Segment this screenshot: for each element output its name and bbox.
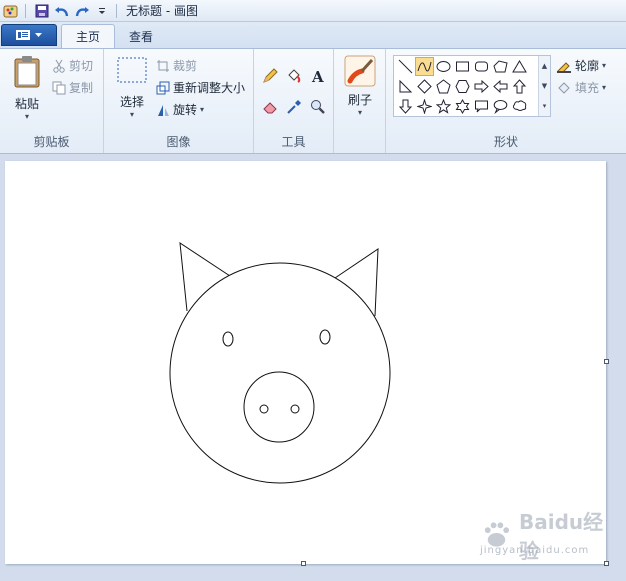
- quick-access-separator: [25, 3, 26, 18]
- six-point-star-shape-icon[interactable]: [453, 97, 472, 116]
- oval-callout-shape-icon[interactable]: [491, 97, 510, 116]
- watermark-subtext: jingyan.baidu.com: [480, 545, 590, 556]
- shape-gallery: ▲ ▼ ▾: [393, 55, 551, 117]
- pentagon-shape-icon[interactable]: [434, 77, 453, 96]
- right-arrow-shape-icon[interactable]: [472, 77, 491, 96]
- outline-button[interactable]: 轮廓 ▾: [556, 57, 606, 74]
- brushes-group: 刷子 ▾: [334, 49, 386, 153]
- select-label: 选择: [119, 95, 144, 109]
- title-separator: [116, 3, 117, 18]
- rotate-icon: [158, 104, 169, 116]
- triangle-shape-icon[interactable]: [510, 57, 529, 76]
- eraser-icon[interactable]: [260, 97, 280, 117]
- pig-face-drawing: [169, 242, 391, 484]
- image-group: 选择 ▾ 裁剪 重新调整大小 旋转 ▾ 图像: [104, 49, 254, 153]
- outline-label: 轮廓: [575, 59, 600, 73]
- right-triangle-shape-icon[interactable]: [396, 77, 415, 96]
- rotate-button[interactable]: 旋转 ▾: [156, 101, 204, 118]
- cut-label: 剪切: [69, 59, 94, 73]
- save-icon[interactable]: [33, 2, 51, 20]
- gallery-expand-icon[interactable]: ▾: [543, 102, 547, 110]
- scissors-icon: [53, 59, 65, 73]
- fill-button[interactable]: 填充 ▾: [556, 79, 606, 96]
- brushes-dropdown-icon[interactable]: ▾: [358, 108, 362, 117]
- fill-bucket-small-icon: [558, 81, 570, 94]
- curve-shape-icon[interactable]: [415, 57, 434, 76]
- fill-dropdown-icon[interactable]: ▾: [602, 83, 606, 92]
- paste-dropdown-icon[interactable]: ▾: [25, 112, 29, 121]
- selection-rectangle-icon: [117, 57, 147, 83]
- copy-label: 复制: [69, 81, 94, 95]
- crop-label: 裁剪: [173, 59, 198, 73]
- resize-button[interactable]: 重新调整大小: [156, 79, 245, 96]
- text-tool-icon[interactable]: A: [308, 66, 328, 86]
- rotate-dropdown-icon[interactable]: ▾: [200, 105, 204, 114]
- fill-bucket-icon[interactable]: [284, 66, 304, 86]
- resize-label: 重新调整大小: [173, 81, 246, 95]
- select-dropdown-icon[interactable]: ▾: [130, 110, 134, 119]
- cloud-callout-shape-icon[interactable]: [510, 97, 529, 116]
- head-circle: [169, 262, 391, 484]
- drawing-canvas[interactable]: [5, 161, 606, 564]
- copy-icon: [52, 81, 66, 94]
- up-arrow-shape-icon[interactable]: [510, 77, 529, 96]
- clipboard-icon: [14, 56, 40, 88]
- diamond-shape-icon[interactable]: [415, 77, 434, 96]
- five-point-star-shape-icon[interactable]: [434, 97, 453, 116]
- app-menu-icon: [16, 30, 30, 40]
- rotate-label: 旋转: [173, 103, 198, 117]
- paste-label: 粘贴: [14, 97, 39, 111]
- brushes-button[interactable]: 刷子 ▾: [341, 55, 379, 117]
- rounded-rectangle-shape-icon[interactable]: [472, 57, 491, 76]
- ribbon-panel: 粘贴 ▾ 剪切 复制 剪贴板 选择 ▾ 裁剪 重新调整大小 旋转 ▾ 图像 A …: [0, 48, 626, 154]
- brushes-label: 刷子: [347, 93, 372, 107]
- paint-app-icon[interactable]: [2, 2, 20, 20]
- svg-text:A: A: [311, 68, 324, 84]
- resize-icon: [156, 81, 170, 94]
- image-group-label: 图像: [166, 135, 191, 149]
- scroll-up-icon[interactable]: ▲: [542, 62, 547, 70]
- select-button[interactable]: 选择 ▾: [112, 55, 152, 119]
- hexagon-shape-icon[interactable]: [453, 77, 472, 96]
- undo-icon[interactable]: [53, 2, 71, 20]
- resize-handle-right[interactable]: [604, 359, 609, 364]
- title-bar: 无标题 - 画图: [0, 0, 626, 22]
- line-shape-icon[interactable]: [396, 57, 415, 76]
- rectangle-shape-icon[interactable]: [453, 57, 472, 76]
- window-title: 无标题 - 画图: [126, 4, 198, 18]
- fill-label: 填充: [575, 81, 600, 95]
- polygon-shape-icon[interactable]: [491, 57, 510, 76]
- outline-dropdown-icon[interactable]: ▾: [602, 61, 606, 70]
- paint-menu-button[interactable]: [1, 24, 57, 46]
- outline-brush-icon: [557, 61, 571, 73]
- scroll-down-icon[interactable]: ▼: [542, 82, 547, 90]
- left-arrow-shape-icon[interactable]: [491, 77, 510, 96]
- tools-group-label: 工具: [281, 135, 306, 149]
- tab-home[interactable]: 主页: [61, 24, 116, 48]
- rect-callout-shape-icon[interactable]: [472, 97, 491, 116]
- color-picker-icon[interactable]: [284, 97, 304, 117]
- clipboard-group: 粘贴 ▾ 剪切 复制 剪贴板: [0, 49, 104, 153]
- tools-group: A 工具: [254, 49, 334, 153]
- chevron-down-icon: [35, 32, 42, 37]
- cut-button[interactable]: 剪切: [52, 57, 93, 74]
- shape-gallery-scroll[interactable]: ▲ ▼ ▾: [538, 56, 550, 116]
- oval-shape-icon[interactable]: [434, 57, 453, 76]
- paste-button[interactable]: 粘贴 ▾: [8, 55, 46, 121]
- copy-button[interactable]: 复制: [52, 79, 93, 96]
- down-arrow-shape-icon[interactable]: [396, 97, 415, 116]
- brush-icon: [344, 55, 376, 87]
- magnifier-icon[interactable]: [308, 97, 328, 117]
- crop-icon: [157, 59, 169, 72]
- tab-view[interactable]: 查看: [115, 24, 167, 48]
- clipboard-group-label: 剪贴板: [33, 135, 70, 149]
- customize-dropdown-icon[interactable]: [93, 2, 111, 20]
- crop-button[interactable]: 裁剪: [156, 57, 197, 74]
- ribbon-tab-row: 主页 查看: [0, 22, 626, 48]
- redo-icon[interactable]: [73, 2, 91, 20]
- four-point-star-shape-icon[interactable]: [415, 97, 434, 116]
- resize-handle-bottom[interactable]: [301, 561, 306, 566]
- shapes-group-label: 形状: [493, 135, 518, 149]
- pencil-icon[interactable]: [260, 66, 280, 86]
